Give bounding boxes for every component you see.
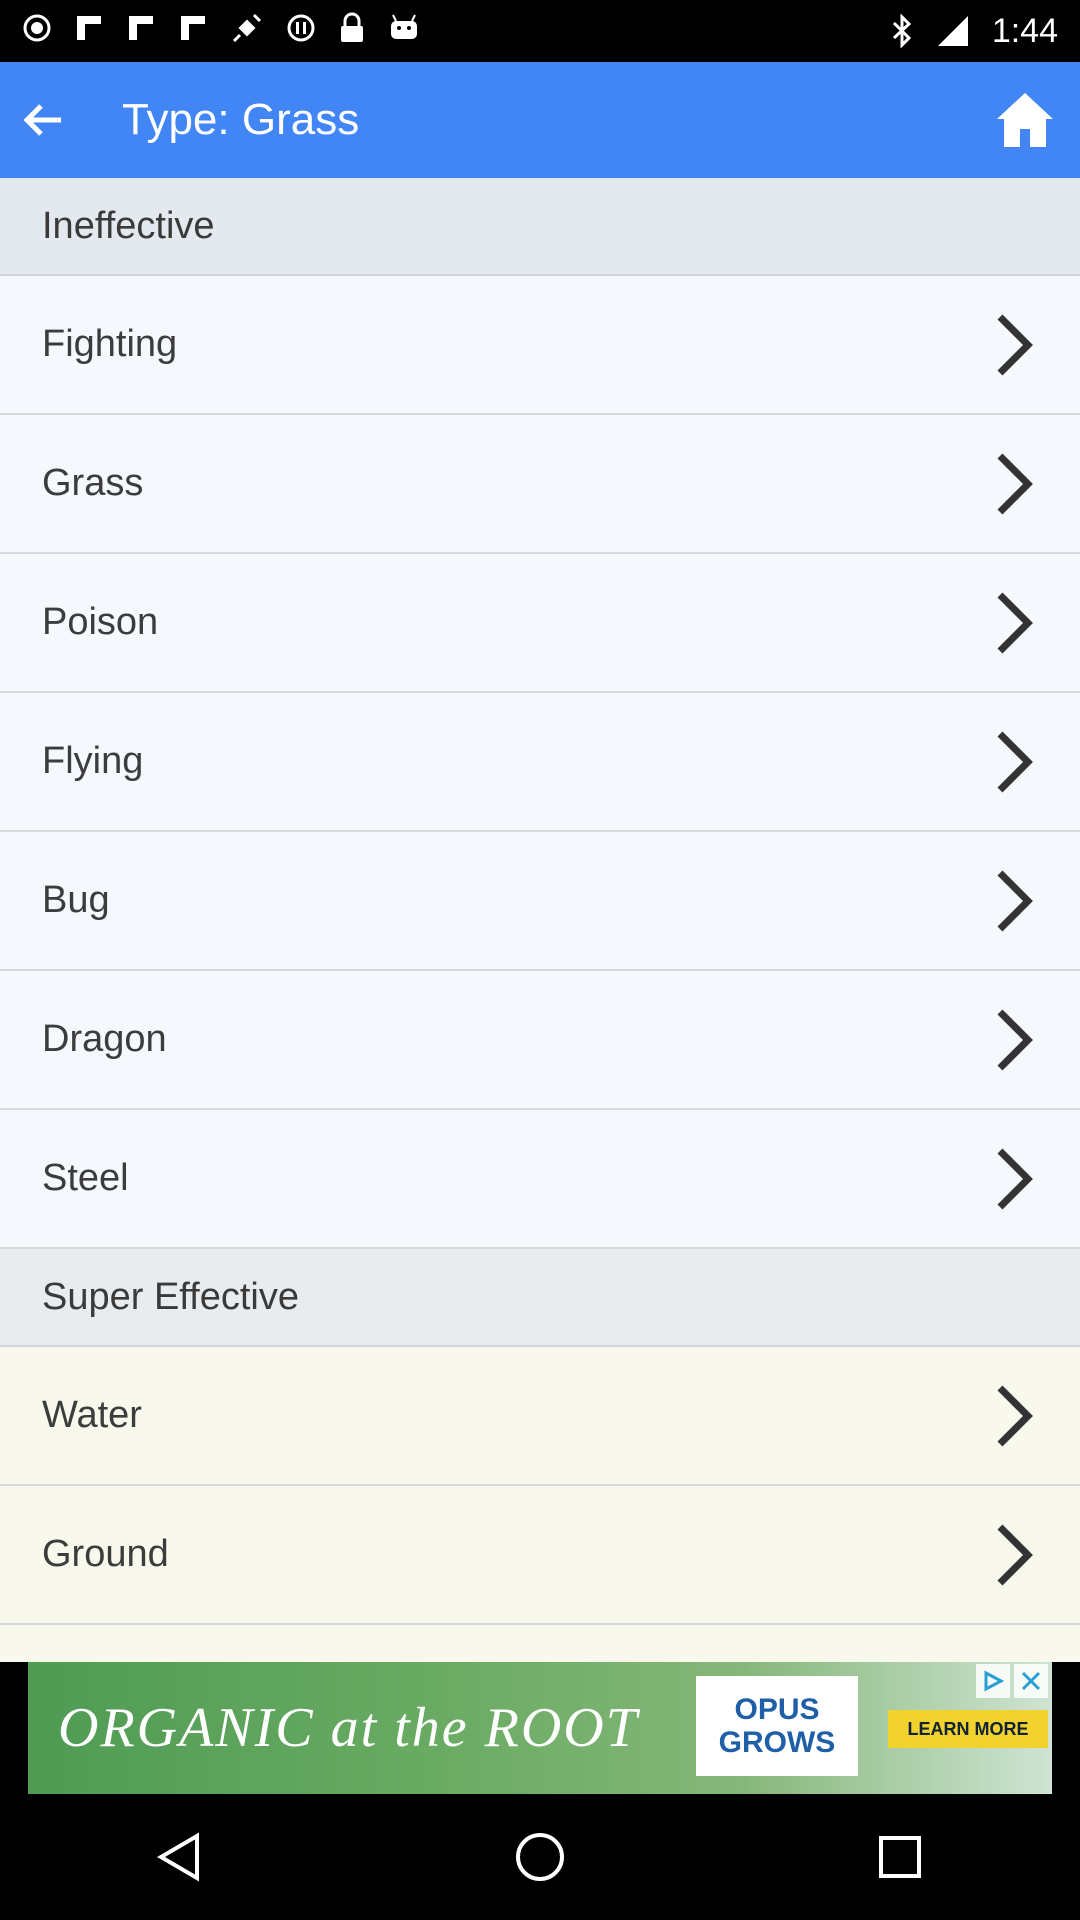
list-item-label: Water: [42, 1394, 142, 1436]
status-right-icons: 1:44: [890, 12, 1058, 51]
home-circle-icon: [516, 1833, 564, 1881]
status-time: 1:44: [991, 11, 1058, 50]
ad-learn-more-button[interactable]: LEARN MORE: [888, 1710, 1048, 1748]
list-item-bug[interactable]: Bug: [0, 832, 1080, 971]
home-button[interactable]: [970, 62, 1080, 178]
ad-brand-line2: GROWS: [718, 1726, 836, 1759]
list-item-label: Poison: [42, 601, 159, 643]
list-item-water[interactable]: Water: [0, 1347, 1080, 1486]
system-nav-bar: [0, 1794, 1080, 1920]
list-item-ground[interactable]: Ground: [0, 1486, 1080, 1625]
chevron-right-icon: [997, 870, 1033, 931]
list-item-flying[interactable]: Flying: [0, 693, 1080, 832]
app-bar: Type: Grass: [0, 62, 1080, 178]
ad-close-icon[interactable]: [1014, 1664, 1048, 1698]
ad-choices-icon[interactable]: [976, 1664, 1010, 1698]
home-icon: [997, 93, 1053, 147]
page-title: Type: Grass: [122, 95, 360, 144]
chevron-right-icon: [997, 314, 1033, 375]
list-item-label: Bug: [42, 879, 110, 921]
section-header-ineffective: Ineffective: [0, 178, 1080, 276]
nav-back-button[interactable]: [120, 1797, 240, 1917]
list-item-steel[interactable]: Steel: [0, 1110, 1080, 1249]
ad-brand-line1: OPUS: [734, 1693, 820, 1726]
recents-square-icon: [879, 1836, 921, 1878]
list-item-dragon[interactable]: Dragon: [0, 971, 1080, 1110]
chevron-right-icon: [997, 1148, 1033, 1209]
pause-icon: [286, 13, 316, 49]
list-item-label: Flying: [42, 740, 144, 782]
list-item-poison[interactable]: Poison: [0, 554, 1080, 693]
list-item-partial[interactable]: [0, 1625, 1080, 1662]
android-icon: [388, 13, 420, 49]
fake-gps-icon: [230, 11, 264, 51]
status-left-icons: [22, 11, 420, 51]
lock-icon: [338, 12, 366, 50]
list-item-label: Grass: [42, 462, 144, 504]
bluetooth-icon: [890, 14, 914, 48]
back-button[interactable]: [0, 62, 86, 178]
flipboard-icon: [74, 13, 104, 49]
chevron-right-icon: [997, 731, 1033, 792]
section-header-super-effective: Super Effective: [0, 1249, 1080, 1347]
nav-home-button[interactable]: [480, 1797, 600, 1917]
ad-headline: ORGANIC at the ROOT: [58, 1697, 639, 1759]
chevron-right-icon: [997, 592, 1033, 653]
chevron-right-icon: [997, 1385, 1033, 1446]
ad-brand-logo: OPUS GROWS: [696, 1676, 858, 1776]
back-triangle-icon: [157, 1832, 199, 1882]
status-bar: 1:44: [0, 0, 1080, 62]
list-item-fighting[interactable]: Fighting: [0, 276, 1080, 415]
list-item-grass[interactable]: Grass: [0, 415, 1080, 554]
chevron-right-icon: [997, 1524, 1033, 1585]
flipboard-icon: [126, 13, 156, 49]
list-item-label: Dragon: [42, 1018, 167, 1060]
ad-banner[interactable]: ORGANIC at the ROOT OPUS GROWS LEARN MOR…: [28, 1662, 1052, 1794]
list-item-label: Ground: [42, 1533, 169, 1575]
record-icon: [22, 13, 52, 49]
list-item-label: Steel: [42, 1157, 129, 1199]
chevron-right-icon: [997, 1009, 1033, 1070]
list-item-label: Fighting: [42, 323, 178, 365]
signal-icon: [936, 14, 970, 48]
flipboard-icon: [178, 13, 208, 49]
chevron-right-icon: [997, 453, 1033, 514]
nav-recents-button[interactable]: [840, 1797, 960, 1917]
arrow-back-icon: [23, 104, 61, 136]
type-effectiveness-list[interactable]: Ineffective Fighting Grass Poison Flying…: [0, 178, 1080, 1662]
